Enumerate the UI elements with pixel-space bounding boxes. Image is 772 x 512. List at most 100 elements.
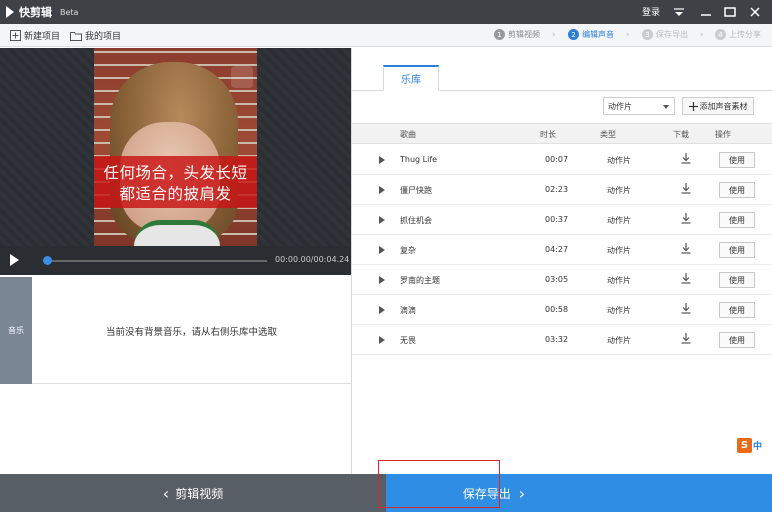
timeline-blank	[0, 385, 351, 474]
download-icon[interactable]	[681, 153, 691, 167]
ime-language: 中	[753, 441, 763, 452]
song-type: 动作片	[607, 216, 631, 225]
song-name: 抓住机会	[400, 216, 432, 225]
close-icon[interactable]	[743, 0, 767, 24]
my-projects-button[interactable]: 我的项目	[70, 29, 121, 42]
download-icon[interactable]	[681, 333, 691, 347]
download-icon[interactable]	[681, 273, 691, 287]
download-icon[interactable]	[681, 243, 691, 257]
song-duration: 04:27	[545, 245, 569, 254]
download-icon[interactable]	[681, 213, 691, 227]
song-duration: 02:23	[545, 185, 569, 194]
col-action: 操作	[715, 130, 731, 139]
collar	[134, 220, 220, 246]
play-icon[interactable]	[379, 186, 385, 194]
song-name: 僵尸快跑	[400, 186, 432, 195]
use-button[interactable]: 使用	[719, 152, 755, 168]
download-icon[interactable]	[681, 303, 691, 317]
table-row[interactable]: 抓住机会 00:37 动作片 使用	[352, 205, 772, 235]
chevron-right-icon: ›	[700, 30, 704, 40]
new-project-button[interactable]: 新建项目	[10, 29, 60, 42]
toolbar: 新建项目 我的项目 1 剪辑视频 › 2 编辑声音 › 3 保存导出 › 4 上…	[0, 24, 772, 47]
step-number: 1	[494, 29, 505, 40]
category-select[interactable]: 动作片	[603, 97, 675, 115]
minimize-icon[interactable]	[694, 0, 718, 24]
table-row[interactable]: 无畏 03:32 动作片 使用	[352, 325, 772, 355]
song-name: 滴滴	[400, 306, 416, 315]
song-duration: 00:07	[545, 155, 569, 164]
chevron-left-icon: ‹	[162, 483, 170, 503]
play-icon[interactable]	[10, 254, 19, 266]
progress-thumb[interactable]	[43, 256, 52, 265]
song-duration: 00:37	[545, 215, 569, 224]
library-tabbar: 乐库	[352, 48, 772, 91]
table-row[interactable]: 滴滴 00:58 动作片 使用	[352, 295, 772, 325]
add-audio-button[interactable]: 添加声音素材	[682, 97, 754, 115]
step-save-export[interactable]: 3 保存导出	[642, 29, 688, 40]
menu-icon[interactable]	[667, 0, 691, 24]
song-name: Thug Life	[400, 155, 438, 164]
back-label: 剪辑视频	[175, 486, 224, 501]
new-project-icon	[10, 30, 21, 41]
col-song: 歌曲	[400, 130, 416, 139]
table-row[interactable]: 复杂 04:27 动作片 使用	[352, 235, 772, 265]
use-button[interactable]: 使用	[719, 212, 755, 228]
music-track-tag: 音乐	[0, 277, 32, 384]
song-duration: 03:05	[545, 275, 569, 284]
snapshot-icon[interactable]	[231, 66, 253, 88]
play-icon[interactable]	[379, 246, 385, 254]
table-row[interactable]: 僵尸快跑 02:23 动作片 使用	[352, 175, 772, 205]
song-duration: 00:58	[545, 305, 569, 314]
play-icon[interactable]	[379, 216, 385, 224]
song-type: 动作片	[607, 276, 631, 285]
play-icon[interactable]	[379, 306, 385, 314]
chevron-right-icon: ›	[518, 483, 526, 503]
app-name: 快剪辑	[19, 6, 52, 19]
song-type: 动作片	[607, 246, 631, 255]
step-label: 编辑声音	[582, 30, 614, 39]
subtitle-line-2: 都适合的披肩发	[119, 185, 232, 203]
progress-track[interactable]	[47, 260, 267, 262]
tab-music-library[interactable]: 乐库	[383, 65, 439, 91]
use-button[interactable]: 使用	[719, 332, 755, 348]
beta-label: Beta	[60, 7, 79, 17]
play-icon[interactable]	[379, 336, 385, 344]
step-upload-share[interactable]: 4 上传分享	[715, 29, 761, 40]
back-edit-video-button[interactable]: ‹ 剪辑视频	[0, 474, 386, 512]
song-type: 动作片	[607, 306, 631, 315]
col-duration: 时长	[540, 130, 556, 139]
step-edit-video[interactable]: 1 剪辑视频	[494, 29, 540, 40]
subtitle-band: 任何场合，头发长短 都适合的披肩发	[94, 156, 257, 208]
ime-indicator[interactable]: S 中	[737, 437, 772, 453]
song-name: 无畏	[400, 336, 416, 345]
empty-music-message: 当前没有背景音乐，请从右侧乐库中选取	[105, 326, 277, 338]
chevron-right-icon: ›	[626, 30, 630, 40]
step-edit-audio[interactable]: 2 编辑声音	[568, 29, 614, 40]
my-projects-label: 我的项目	[85, 32, 122, 42]
download-icon[interactable]	[681, 183, 691, 197]
title-bar: 快剪辑 Beta 登录	[0, 0, 772, 24]
new-project-label: 新建项目	[24, 32, 61, 42]
song-type: 动作片	[607, 336, 631, 345]
use-button[interactable]: 使用	[719, 242, 755, 258]
play-icon[interactable]	[379, 156, 385, 164]
table-row[interactable]: 罗南的主题 03:05 动作片 使用	[352, 265, 772, 295]
use-button[interactable]: 使用	[719, 182, 755, 198]
maximize-icon[interactable]	[718, 0, 742, 24]
table-row[interactable]: Thug Life 00:07 动作片 使用	[352, 145, 772, 175]
use-button[interactable]: 使用	[719, 302, 755, 318]
step-label: 保存导出	[656, 30, 688, 39]
chevron-right-icon: ›	[552, 30, 556, 40]
folder-icon	[70, 31, 82, 41]
use-button[interactable]: 使用	[719, 272, 755, 288]
time-display: 00:00.00/00:04.24	[275, 255, 350, 264]
subtitle-line-1: 任何场合，头发长短	[103, 164, 248, 182]
category-value: 动作片	[608, 101, 632, 111]
step-label: 上传分享	[729, 30, 761, 39]
login-link[interactable]: 登录	[642, 5, 660, 18]
app-logo: 快剪辑 Beta	[6, 4, 78, 20]
song-duration: 03:32	[545, 335, 569, 344]
col-type: 类型	[600, 130, 616, 139]
play-icon[interactable]	[379, 276, 385, 284]
song-name: 复杂	[400, 246, 416, 255]
